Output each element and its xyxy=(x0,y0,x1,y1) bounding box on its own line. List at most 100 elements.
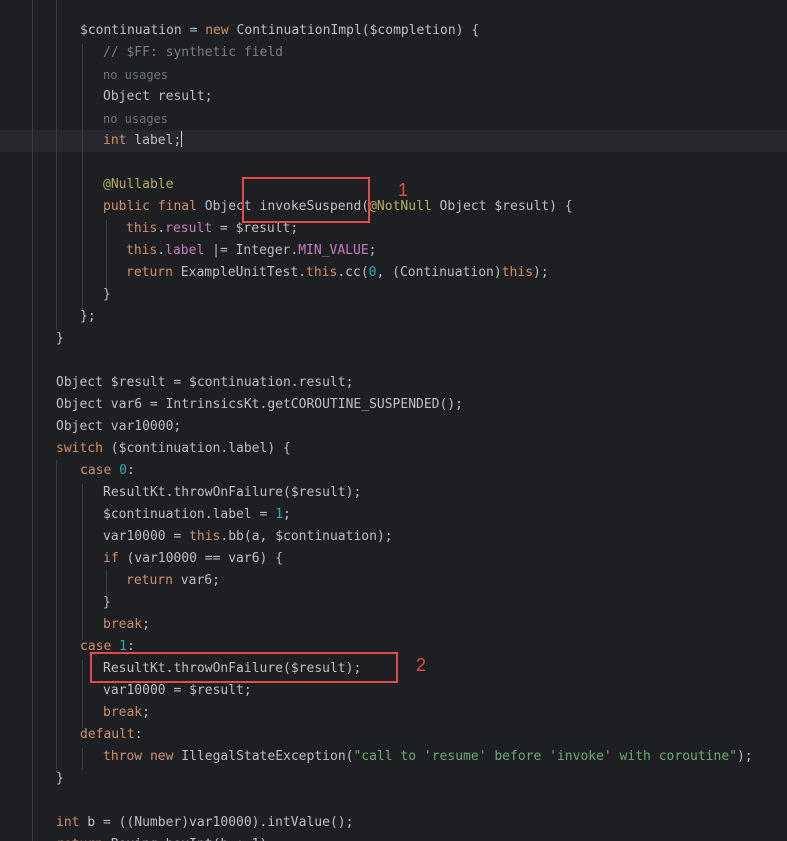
code-token: ; xyxy=(283,507,291,522)
code-line[interactable]: ResultKt.throwOnFailure($result); xyxy=(103,482,361,504)
code-token: } xyxy=(56,771,64,786)
code-token: int xyxy=(56,815,80,830)
code-token: // $FF: synthetic field xyxy=(103,45,284,60)
indent-guide xyxy=(106,220,107,288)
code-line[interactable]: var10000 = this.bb(a, $continuation); xyxy=(103,526,393,548)
code-token: return xyxy=(126,265,173,280)
code-line[interactable]: int b = ((Number)var10000).intValue(); xyxy=(56,812,353,834)
code-line[interactable]: Object $result = $continuation.result; xyxy=(56,372,353,394)
code-line[interactable]: no usages xyxy=(103,108,168,130)
code-token: 0 xyxy=(119,463,127,478)
code-token: : xyxy=(134,727,143,742)
code-token: . xyxy=(157,221,166,236)
code-line[interactable]: case 0: xyxy=(80,460,135,482)
highlight-box-invoke-suspend xyxy=(242,177,370,223)
code-token: } xyxy=(103,595,111,610)
code-line[interactable]: } xyxy=(56,328,64,350)
code-token: IllegalStateException( xyxy=(173,749,354,764)
code-line[interactable]: no usages xyxy=(103,64,168,86)
code-token: default xyxy=(80,727,135,742)
code-line[interactable]: return ExampleUnitTest.this.cc(0, (Conti… xyxy=(126,262,549,284)
code-line[interactable]: $continuation.label = 1; xyxy=(103,504,291,526)
code-line[interactable]: this.label |= Integer.MIN_VALUE; xyxy=(126,240,376,262)
code-token: ContinuationImpl($completion) { xyxy=(228,23,480,38)
code-line[interactable]: default: xyxy=(80,724,143,746)
code-token: this xyxy=(189,529,221,544)
code-token: Object result; xyxy=(103,89,213,104)
code-line[interactable]: } xyxy=(103,592,111,614)
code-token: @NotNull xyxy=(369,199,432,214)
code-token: ); xyxy=(736,749,753,764)
code-token: } xyxy=(103,287,111,302)
code-token: .cc( xyxy=(337,265,369,280)
code-token: break xyxy=(103,705,143,720)
code-token: var6; xyxy=(172,573,220,588)
text-cursor xyxy=(181,131,183,147)
code-token: Object $result) { xyxy=(431,199,573,214)
code-token: Object $result = $continuation.result; xyxy=(56,375,354,390)
code-line[interactable]: }; xyxy=(80,306,96,328)
code-token: if xyxy=(103,551,119,566)
marker-1-label: 1 xyxy=(398,180,409,200)
usage-hint: no usages xyxy=(103,112,169,126)
code-token: }; xyxy=(80,309,96,324)
code-token: throw new xyxy=(103,749,174,764)
code-token: return xyxy=(56,837,103,841)
code-token: = $result; xyxy=(212,221,299,236)
code-token: Object var6 = IntrinsicsKt.getCOROUTINE_… xyxy=(56,397,463,412)
code-token: ResultKt.throwOnFailure($result); xyxy=(103,485,362,500)
code-token: MIN_VALUE xyxy=(298,243,369,258)
code-token: $continuation = xyxy=(80,23,206,38)
code-token: new xyxy=(205,23,229,38)
code-line[interactable]: Object result; xyxy=(103,86,213,108)
code-line[interactable]: switch ($continuation.label) { xyxy=(56,438,291,460)
indent-guide xyxy=(32,0,33,841)
code-token: } xyxy=(56,331,64,346)
code-token: public final xyxy=(103,199,197,214)
code-line[interactable]: Object var6 = IntrinsicsKt.getCOROUTINE_… xyxy=(56,394,463,416)
code-line[interactable]: $continuation = new ContinuationImpl($co… xyxy=(80,20,479,42)
code-editor[interactable]: $continuation = new ContinuationImpl($co… xyxy=(0,0,787,841)
code-token: $continuation.label = xyxy=(103,507,276,522)
code-line[interactable]: } xyxy=(103,284,111,306)
code-line[interactable]: if (var10000 == var6) { xyxy=(103,548,283,570)
code-token: this xyxy=(306,265,338,280)
code-token: ; xyxy=(368,243,377,258)
code-token: ); xyxy=(533,265,549,280)
code-line[interactable]: // $FF: synthetic field xyxy=(103,42,283,64)
code-line[interactable]: break; xyxy=(103,614,150,636)
code-token: ; xyxy=(142,705,150,720)
code-line[interactable]: var10000 = $result; xyxy=(103,680,252,702)
code-token: ; xyxy=(142,617,150,632)
usage-hint: no usages xyxy=(103,68,169,82)
code-token: label; xyxy=(126,133,182,148)
code-token: . xyxy=(157,243,166,258)
code-line[interactable]: } xyxy=(56,768,64,790)
code-line[interactable]: int label; xyxy=(103,130,183,152)
code-token: switch xyxy=(56,441,103,456)
code-token: case xyxy=(80,463,120,478)
code-token: |= Integer. xyxy=(204,243,299,258)
code-token: break xyxy=(103,617,143,632)
code-token: 1 xyxy=(275,507,284,522)
code-token: ExampleUnitTest. xyxy=(172,265,307,280)
indent-guide xyxy=(56,460,57,772)
marker-2-label: 2 xyxy=(416,655,427,675)
code-token: "call to 'resume' before 'invoke' with c… xyxy=(353,749,737,764)
code-token: .bb(a, $continuation); xyxy=(220,529,393,544)
code-token: this xyxy=(126,243,158,258)
code-token: : xyxy=(126,463,135,478)
code-line[interactable]: Object var10000; xyxy=(56,416,181,438)
indent-guide xyxy=(82,748,83,770)
code-token: int xyxy=(103,133,127,148)
code-line[interactable]: break; xyxy=(103,702,150,724)
code-line[interactable]: return var6; xyxy=(126,570,220,592)
code-token: var10000 = xyxy=(103,529,190,544)
code-token: , (Continuation) xyxy=(376,265,502,280)
code-token: @Nullable xyxy=(103,177,174,192)
code-line[interactable]: @Nullable xyxy=(103,174,173,196)
code-line[interactable]: throw new IllegalStateException("call to… xyxy=(103,746,753,768)
code-line[interactable]: return Boxing.boxInt(b + 1); xyxy=(56,834,275,841)
code-token: (var10000 == var6) { xyxy=(118,551,284,566)
code-token: this xyxy=(126,221,158,236)
